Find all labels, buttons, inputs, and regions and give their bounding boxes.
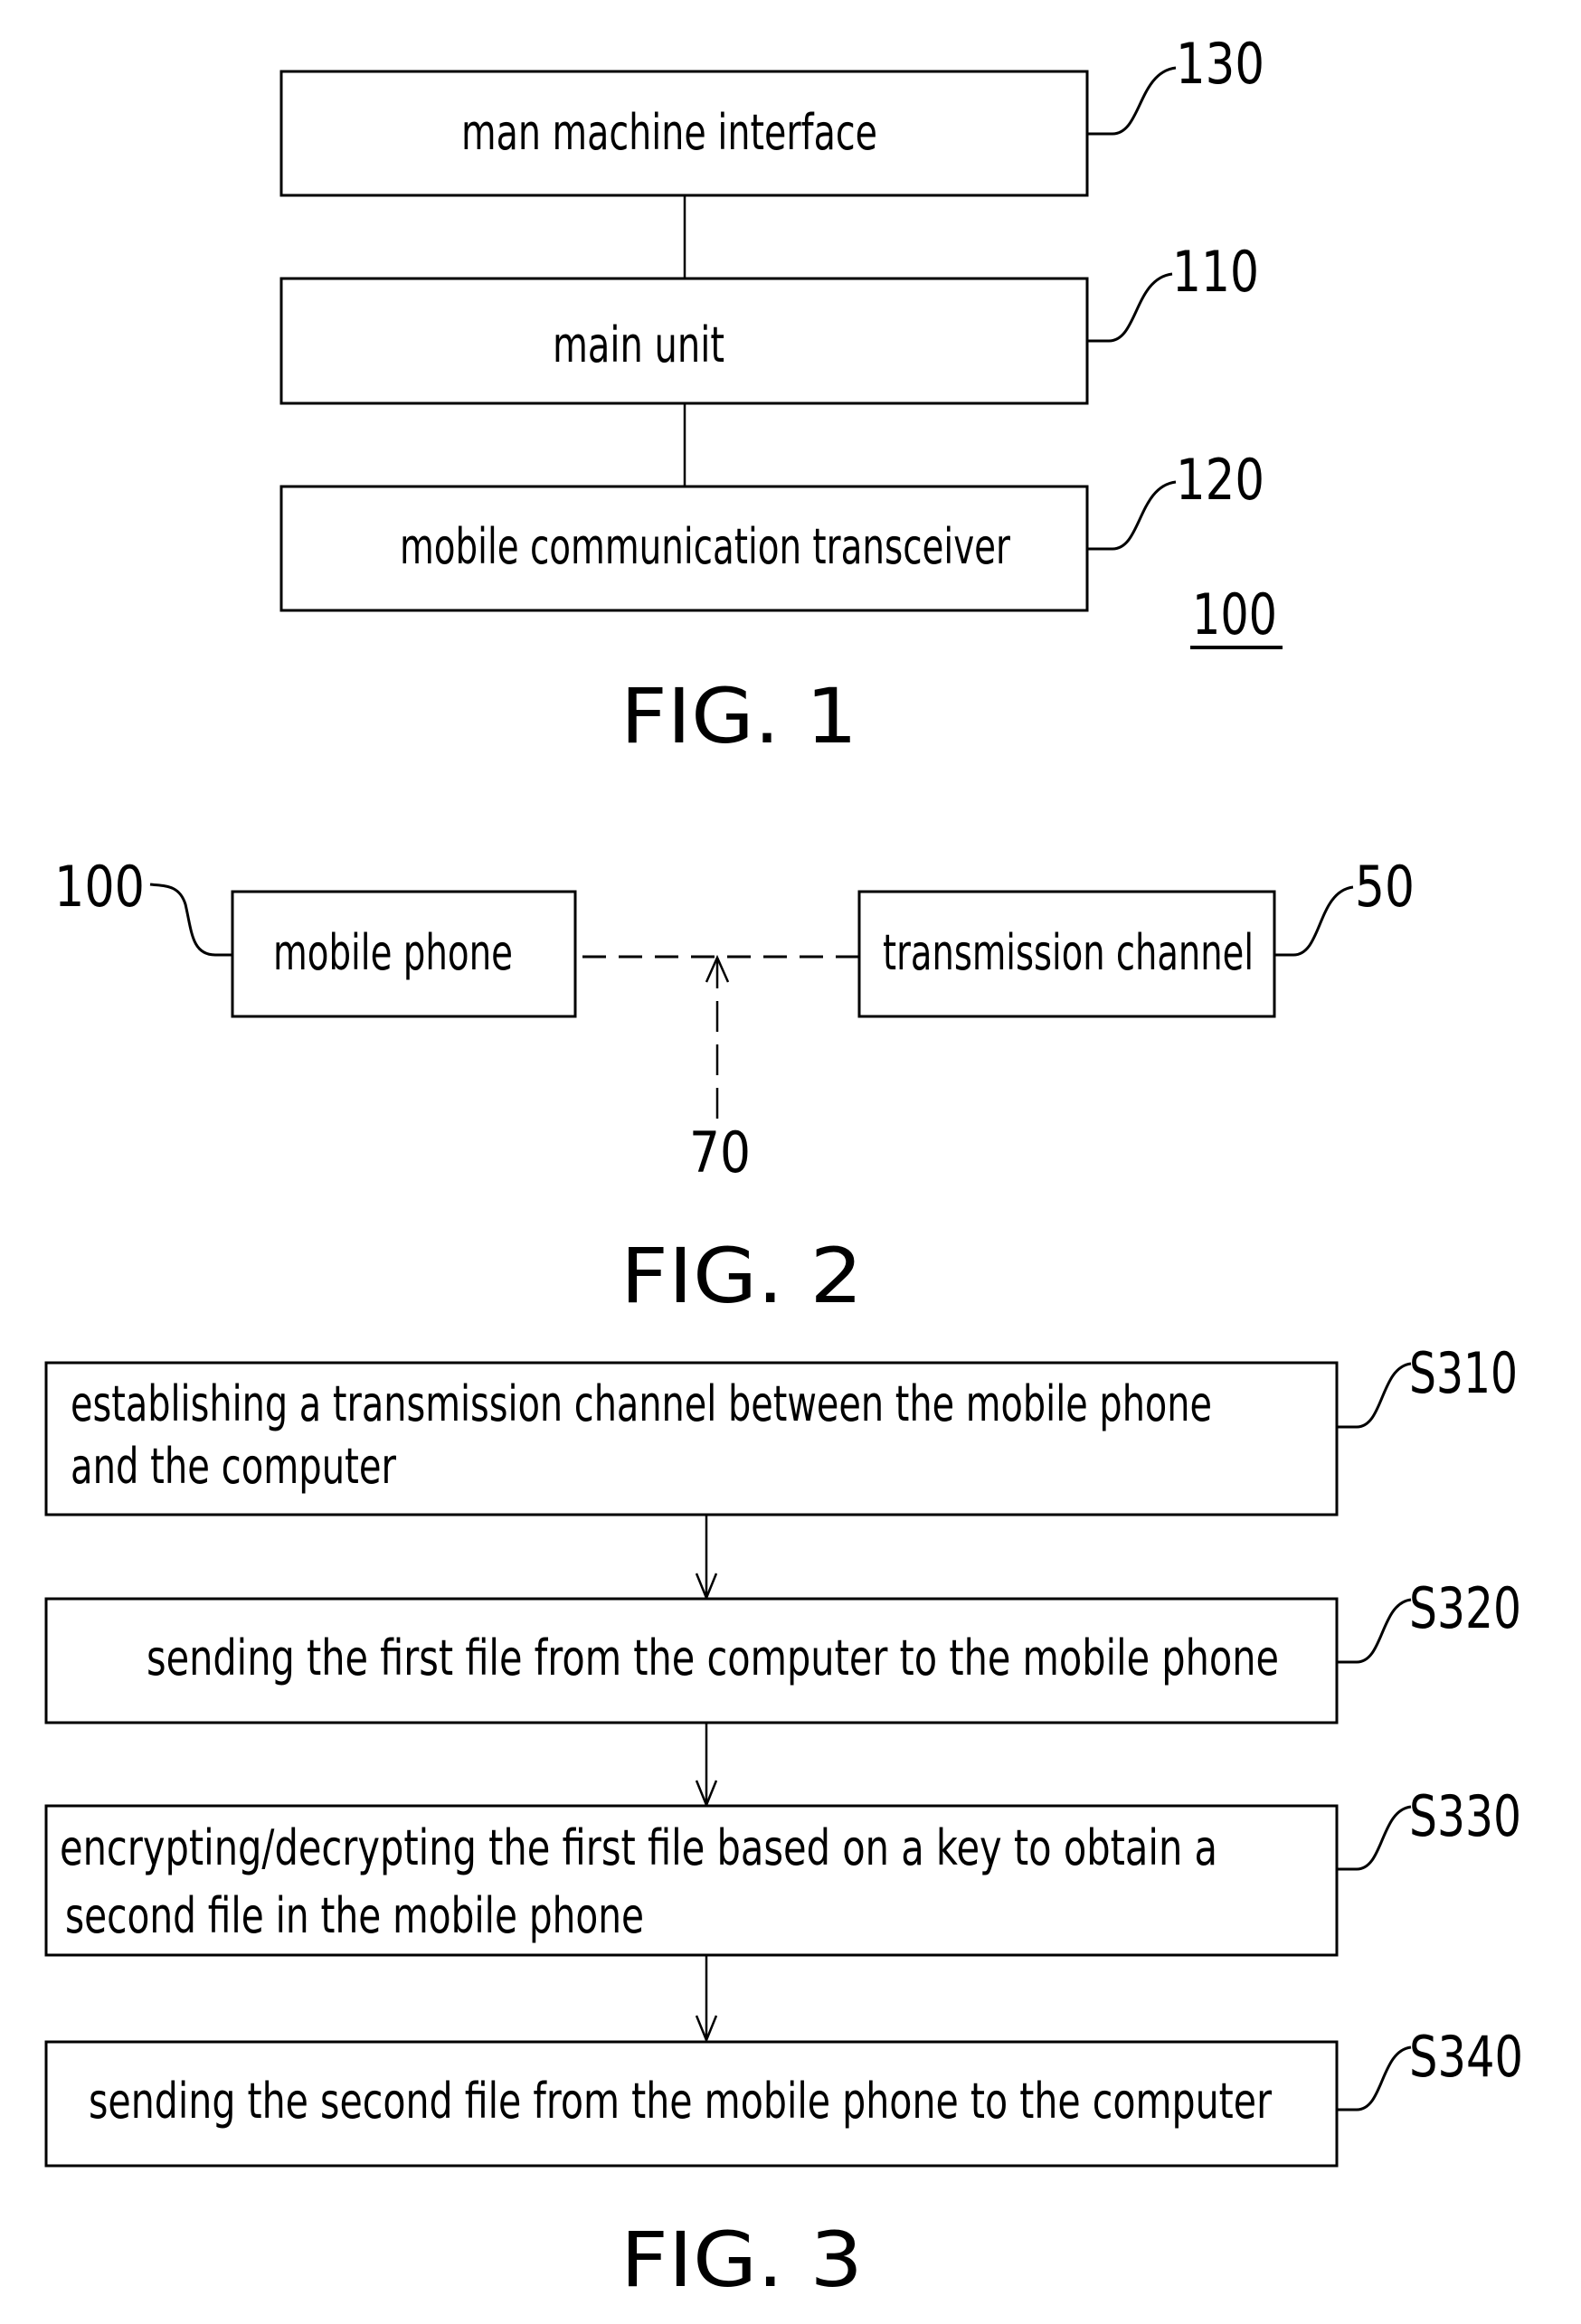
reference-numeral: 100 bbox=[54, 854, 145, 920]
block-label: mobile communication transceiver bbox=[400, 518, 1011, 575]
link-reference-numeral: 70 bbox=[689, 1119, 751, 1186]
assembly-reference-numeral: 100 bbox=[1192, 581, 1277, 647]
step-s330: encrypting/decrypting the first file bas… bbox=[44, 1783, 1521, 1957]
figure-caption: FIG. 2 bbox=[620, 1232, 863, 1320]
leader-line bbox=[1337, 1598, 1412, 1664]
leader-line bbox=[1087, 272, 1173, 343]
patent-drawing-sheet: man machine interface 130 main unit 110 … bbox=[44, 31, 1523, 2304]
fig1: man machine interface 130 main unit 110 … bbox=[279, 31, 1283, 760]
step-text-line: second file in the mobile phone bbox=[65, 1887, 644, 1944]
step-text-line: encrypting/decrypting the first file bas… bbox=[60, 1819, 1217, 1876]
step-text-line: sending the second file from the mobile … bbox=[89, 2073, 1273, 2130]
leader-line bbox=[1087, 66, 1177, 136]
step-text-line: and the computer bbox=[71, 1438, 397, 1495]
step-reference: S310 bbox=[1409, 1340, 1518, 1406]
reference-numeral: 130 bbox=[1176, 31, 1264, 97]
step-s310: establishing a transmission channel betw… bbox=[44, 1340, 1518, 1516]
flow-arrow bbox=[695, 1723, 718, 1809]
block-label: main unit bbox=[553, 316, 724, 373]
leader-line bbox=[149, 883, 232, 957]
step-reference: S330 bbox=[1409, 1783, 1521, 1849]
fig3: establishing a transmission channel betw… bbox=[44, 1340, 1523, 2304]
block-man-machine-interface: man machine interface 130 bbox=[279, 31, 1264, 197]
step-text-line: establishing a transmission channel betw… bbox=[71, 1375, 1212, 1432]
leader-line bbox=[1337, 1805, 1412, 1871]
figure-caption: FIG. 3 bbox=[620, 2215, 863, 2304]
flow-arrow bbox=[695, 1515, 718, 1601]
step-reference: S340 bbox=[1409, 2024, 1523, 2090]
block-label: transmission channel bbox=[883, 924, 1254, 981]
leader-line bbox=[1337, 1362, 1412, 1429]
block-mobile-phone: mobile phone 100 bbox=[54, 854, 577, 1018]
reference-numeral: 110 bbox=[1172, 239, 1259, 305]
reference-numeral: 120 bbox=[1176, 447, 1264, 513]
block-label: mobile phone bbox=[273, 924, 513, 981]
leader-line bbox=[1087, 480, 1177, 551]
leader-line bbox=[1337, 2045, 1412, 2111]
step-reference: S320 bbox=[1409, 1575, 1521, 1641]
leader-line bbox=[1274, 885, 1354, 957]
reference-numeral: 50 bbox=[1355, 854, 1415, 920]
step-s340: sending the second file from the mobile … bbox=[44, 2024, 1523, 2168]
block-transmission-channel: transmission channel 50 bbox=[857, 854, 1415, 1018]
figure-caption: FIG. 1 bbox=[620, 672, 857, 760]
step-text-line: sending the first file from the computer… bbox=[147, 1630, 1279, 1686]
step-s320: sending the first file from the computer… bbox=[44, 1575, 1521, 1724]
block-main-unit: main unit 110 bbox=[279, 239, 1259, 405]
block-mobile-communication-transceiver: mobile communication transceiver 120 bbox=[279, 447, 1264, 612]
flow-arrow bbox=[695, 1955, 718, 2044]
fig2: mobile phone 100 transmission channel 50… bbox=[54, 854, 1415, 1320]
block-label: man machine interface bbox=[461, 104, 877, 161]
